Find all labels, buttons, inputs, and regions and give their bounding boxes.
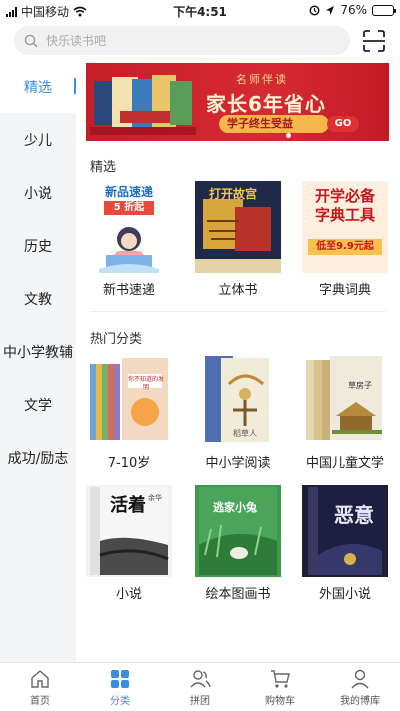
tab-category[interactable]: 分类: [80, 663, 160, 711]
cover-badge: 5 折起: [104, 201, 154, 215]
tab-label: 购物车: [265, 696, 295, 707]
reading-girl-illustration: [99, 227, 159, 273]
sidebar-item-success[interactable]: 成功/励志: [0, 431, 76, 484]
cover-badge: 低至9.9元起: [308, 239, 382, 255]
status-right: 76%: [309, 3, 396, 17]
cover-title: 开学必备 字典工具: [314, 187, 375, 224]
featured-tile-new-books[interactable]: 新品速递 5 折起 新书速递: [84, 181, 174, 298]
featured-tile-dictionaries[interactable]: 开学必备 字典工具 低至9.9元起 字典词典: [300, 181, 390, 298]
chinese-kids-lit-cover: 草房子: [302, 354, 388, 446]
hot-tile-age-7-10[interactable]: 你不知道的发明 7-10岁: [84, 354, 174, 471]
cover-title: 新品速递: [104, 185, 153, 199]
battery-percent: 76%: [340, 3, 367, 17]
cover-title: 逃家小兔: [213, 501, 257, 514]
cover-title: 打开故宫: [209, 187, 258, 201]
group-icon: [190, 670, 211, 688]
hot-tile-picture-books[interactable]: 逃家小兔 绘本图画书: [193, 485, 283, 602]
banner-go-button[interactable]: GO: [327, 116, 359, 132]
cover-title: 恶意: [334, 503, 374, 527]
straw-house-book-illustration: [306, 356, 382, 440]
home-icon: [31, 670, 49, 688]
alarm-icon: [309, 4, 320, 16]
school-reading-cover: 稻草人: [195, 354, 281, 446]
tab-home[interactable]: 首页: [0, 663, 80, 711]
banner-slogan: 学子终生受益: [219, 115, 329, 133]
tile-label: 新书速递: [102, 283, 155, 298]
sidebar-item-school-aids[interactable]: 中小学教辅: [0, 325, 76, 378]
sidebar-item-novel[interactable]: 小说: [0, 166, 76, 219]
hot-tile-foreign-novels[interactable]: 恶意 外国小说: [300, 485, 390, 602]
tile-label: 中国儿童文学: [305, 456, 384, 471]
search-input[interactable]: [46, 33, 326, 48]
sidebar-item-history[interactable]: 历史: [0, 219, 76, 272]
sidebar-item-literature[interactable]: 文学: [0, 378, 76, 431]
tab-cart[interactable]: 购物车: [240, 663, 320, 711]
search-icon: [24, 34, 38, 47]
scan-icon[interactable]: [362, 29, 386, 53]
banner-headline: 家长6年省心: [206, 92, 326, 116]
banner-subtitle: 名师伴读: [236, 73, 288, 86]
sidebar-item-children[interactable]: 少儿: [0, 113, 76, 166]
picture-books-cover: 逃家小兔: [195, 485, 281, 577]
promo-banner[interactable]: 名师伴读 家长6年省心 学子终生受益 GO: [86, 63, 389, 141]
category-icon: [111, 670, 129, 688]
hot-section-title: 热门分类: [90, 332, 143, 347]
dictionaries-cover: 开学必备 字典工具 低至9.9元起: [302, 181, 388, 273]
banner-books-image: [90, 75, 196, 135]
cover-title: 稻草人: [233, 429, 257, 438]
tile-label: 立体书: [218, 283, 258, 298]
tab-label: 拼团: [190, 696, 210, 707]
bottom-tab-bar: 首页 分类 拼团 购物车 我的博库: [0, 662, 400, 711]
cover-title: 你不知道的发明: [127, 376, 164, 391]
new-books-cover: 新品速递 5 折起: [86, 181, 172, 273]
tile-label: 字典词典: [318, 283, 371, 298]
cover-title: 活着: [110, 495, 146, 516]
hot-tile-school-reading[interactable]: 稻草人 中小学阅读: [193, 354, 283, 471]
popup-books-cover: 打开故宫: [195, 181, 281, 273]
foreign-novels-cover: 恶意: [302, 485, 388, 577]
cover-title: 草房子: [348, 381, 372, 390]
tile-label: 绘本图画书: [205, 587, 271, 602]
sidebar-item-featured[interactable]: 精选: [0, 60, 76, 113]
tile-label: 小说: [115, 587, 142, 602]
main-content: 名师伴读 家长6年省心 学子终生受益 GO 精选 新品速递 5 折起 新书速递: [76, 60, 400, 662]
search-bar[interactable]: [14, 26, 350, 55]
category-sidebar: 精选 少儿 小说 历史 文教 中小学教辅 文学 成功/励志: [0, 60, 76, 662]
tile-label: 中小学阅读: [205, 456, 271, 471]
tile-label: 7-10岁: [107, 456, 151, 471]
cover-author: 余华: [148, 494, 162, 502]
tab-label: 首页: [30, 696, 50, 707]
hot-tile-novel[interactable]: 活着 余华 小说: [84, 485, 174, 602]
featured-section-title: 精选: [90, 160, 117, 175]
novel-cover: 活着 余华: [86, 485, 172, 577]
tab-group-buy[interactable]: 拼团: [160, 663, 240, 711]
carousel-indicator: [286, 133, 291, 138]
section-divider: [90, 311, 386, 312]
status-bar: 中国移动 下午4:51 76%: [0, 0, 400, 22]
cart-icon: [271, 670, 290, 688]
profile-icon: [351, 669, 369, 689]
book-set-illustration: [90, 358, 168, 440]
sidebar-item-education[interactable]: 文教: [0, 272, 76, 325]
age-7-10-cover: 你不知道的发明: [86, 354, 172, 446]
tab-label: 分类: [110, 696, 130, 707]
featured-tile-popup-books[interactable]: 打开故宫 立体书: [193, 181, 283, 298]
tile-label: 外国小说: [318, 587, 371, 602]
hot-tile-chinese-kids-lit[interactable]: 草房子 中国儿童文学: [300, 354, 390, 471]
location-icon: [326, 5, 335, 15]
tab-label: 我的博库: [340, 696, 380, 707]
tab-profile[interactable]: 我的博库: [320, 663, 400, 711]
battery-icon: [372, 4, 396, 16]
